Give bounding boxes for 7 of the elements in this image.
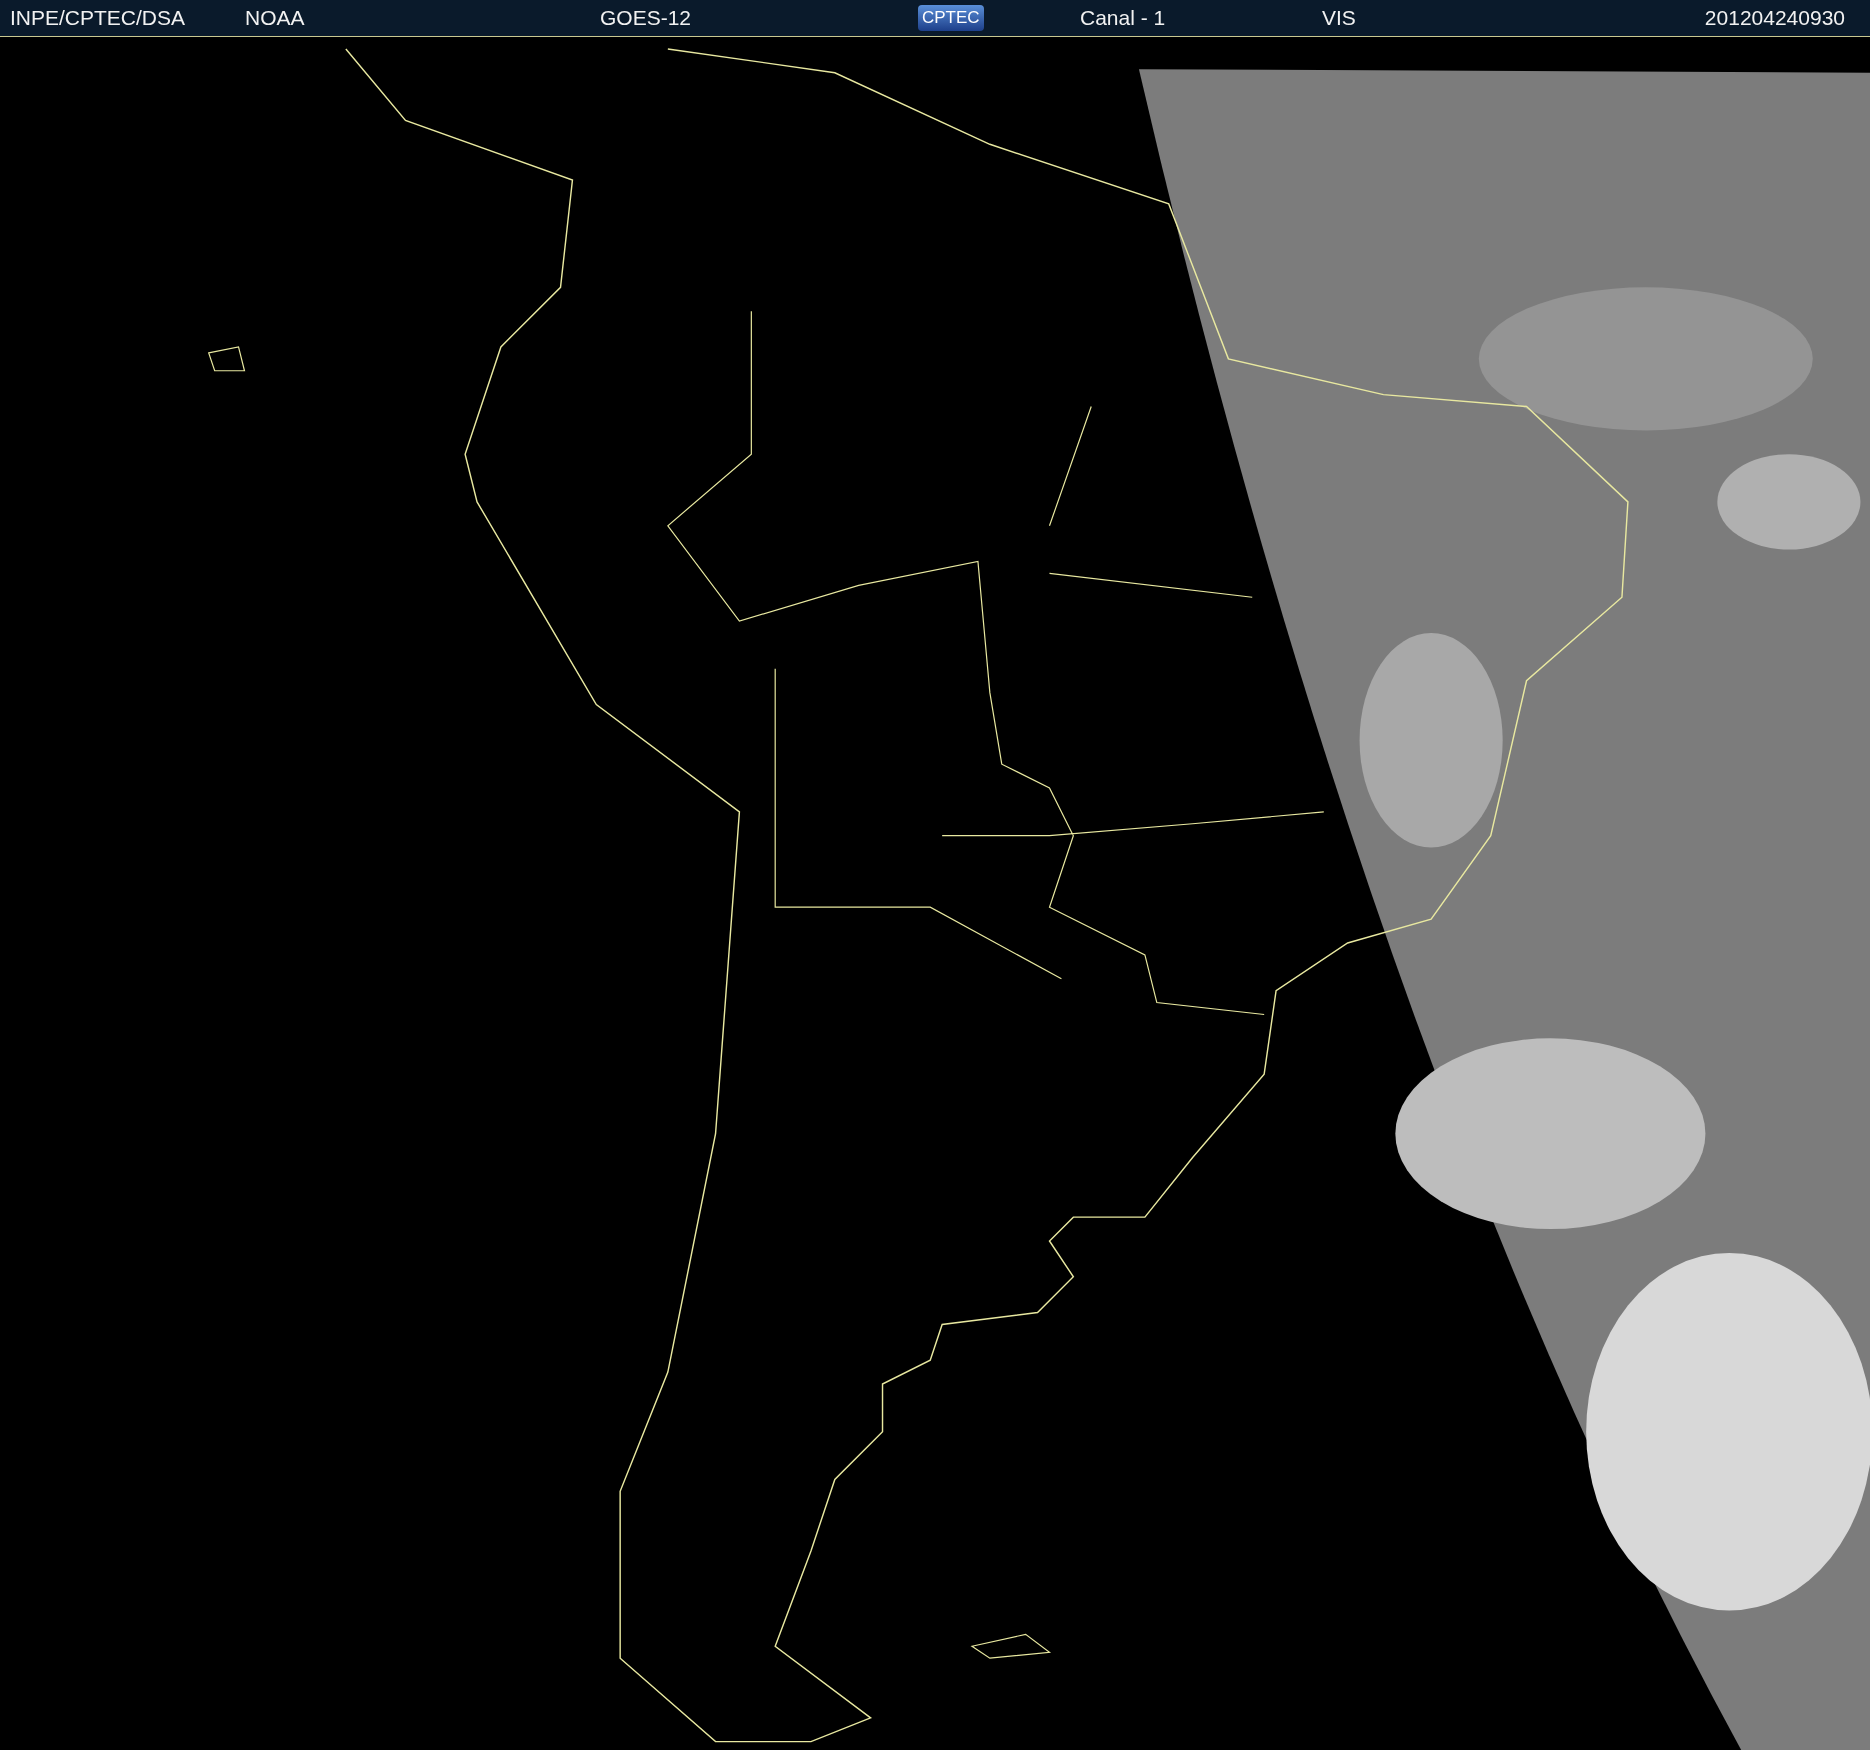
timestamp-label: 201204240930 [1704,6,1845,30]
band-label: VIS [1322,6,1356,30]
agency-label: INPE/CPTEC/DSA [10,6,186,30]
channel-label: Canal - 1 [1080,6,1166,30]
logo: CPTEC [918,5,984,31]
satellite-label: GOES-12 [600,6,692,30]
source-label: NOAA [245,6,305,30]
